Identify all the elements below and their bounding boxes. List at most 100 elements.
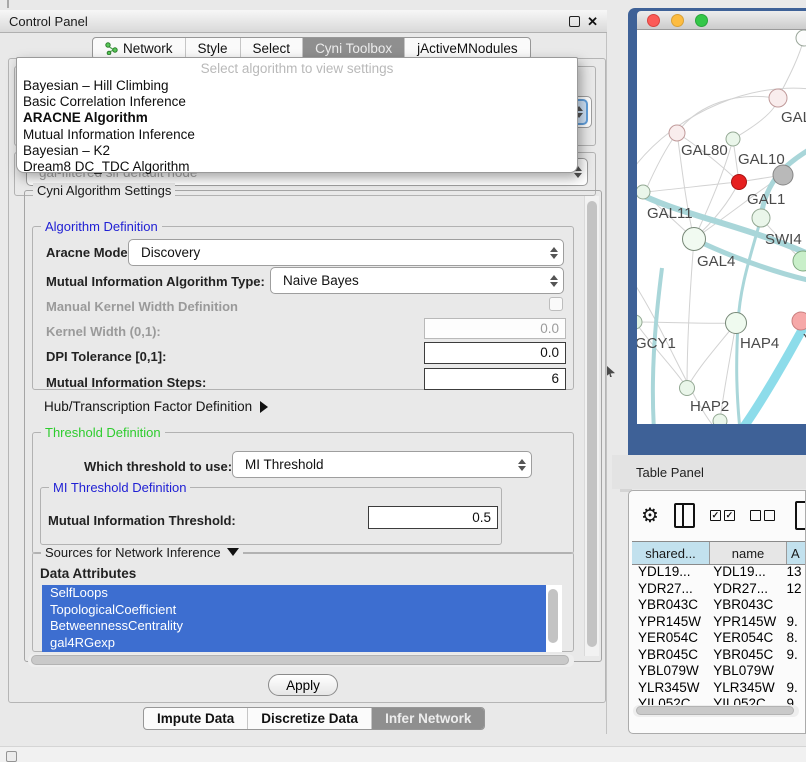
cell-shared-name[interactable]: YLR345W [632, 680, 707, 697]
cell-name[interactable]: YLR345W [707, 680, 782, 697]
cell-shared-name[interactable]: YBR043C [632, 597, 707, 614]
network-node[interactable] [726, 132, 740, 146]
network-node[interactable] [752, 209, 770, 227]
table-row[interactable]: YER054C YER054C 8. [632, 630, 806, 647]
cell-name[interactable]: YDR27... [707, 581, 782, 598]
network-node[interactable] [683, 228, 706, 251]
network-canvas[interactable]: GAL GAL80 GAL10 GAL1 GAL11 SWI4 GAL4 GCY… [637, 30, 806, 424]
network-window-titlebar[interactable] [637, 11, 806, 30]
combobox-stepper[interactable] [545, 240, 563, 265]
network-node[interactable] [680, 381, 695, 396]
dropdown-item[interactable]: Basic Correlation Inference [17, 94, 577, 110]
table-row[interactable]: YPR145W YPR145W 9. [632, 614, 806, 631]
settings-horizontal-scrollbar-thumb[interactable] [31, 655, 569, 665]
dropdown-item-selected[interactable]: ARACNE Algorithm [17, 110, 577, 126]
cell-shared-name[interactable]: YPR145W [632, 614, 707, 631]
cell-name[interactable]: YIL052C [707, 696, 782, 705]
mac-zoom-icon[interactable] [695, 14, 708, 27]
table-body[interactable]: YDL19... YDL19... 13 YDR27... YDR27... 1… [632, 564, 806, 705]
list-vertical-scrollbar-thumb[interactable] [548, 589, 558, 643]
network-node[interactable] [637, 185, 650, 199]
network-node-selected[interactable] [732, 175, 747, 190]
network-node[interactable] [713, 414, 727, 424]
network-node[interactable] [637, 315, 642, 329]
dpi-tolerance-field[interactable]: 0.0 [424, 342, 566, 364]
mi-threshold-field[interactable]: 0.5 [368, 506, 498, 529]
combobox-stepper[interactable] [513, 452, 531, 477]
mi-steps-field[interactable]: 6 [424, 368, 566, 390]
network-node[interactable] [773, 165, 793, 185]
expand-right-icon[interactable] [260, 401, 268, 413]
tab-infer-network[interactable]: Infer Network [372, 708, 484, 729]
dropdown-item[interactable]: Bayesian – Hill Climbing [17, 78, 577, 94]
hub-definition-section[interactable]: Hub/Transcription Factor Definition [44, 399, 268, 414]
network-node[interactable] [769, 89, 787, 107]
list-item[interactable]: gal4RGexp [42, 635, 546, 652]
cell-value[interactable]: 12 [783, 581, 806, 598]
mac-minimize-icon[interactable] [671, 14, 684, 27]
network-node[interactable] [669, 125, 685, 141]
tab-style[interactable]: Style [186, 38, 241, 59]
column-header-name[interactable]: name [710, 542, 787, 564]
select-all-icon[interactable]: ✓ ✓ [710, 510, 735, 521]
list-item[interactable]: BetweennessCentrality [42, 618, 546, 635]
cell-shared-name[interactable]: YBL079W [632, 663, 707, 680]
deselect-all-icon[interactable] [750, 510, 775, 521]
network-node[interactable] [796, 30, 806, 46]
aracne-mode-combobox[interactable]: Discovery [128, 239, 564, 266]
tab-cyni-toolbox[interactable]: Cyni Toolbox [303, 38, 405, 59]
data-attributes-list[interactable]: SelfLoops TopologicalCoefficient Between… [42, 585, 562, 652]
table-row[interactable]: YLR345W YLR345W 9. [632, 680, 806, 697]
settings-horizontal-scrollbar[interactable] [28, 654, 574, 667]
apply-button[interactable]: Apply [268, 674, 338, 696]
combobox-stepper[interactable] [545, 268, 563, 293]
tab-discretize-data[interactable]: Discretize Data [248, 708, 372, 729]
close-icon[interactable]: ✕ [587, 15, 598, 28]
mac-close-icon[interactable] [647, 14, 660, 27]
cell-name[interactable]: YPR145W [707, 614, 782, 631]
cell-name[interactable]: YDL19... [707, 564, 782, 581]
cell-shared-name[interactable]: YDR27... [632, 581, 707, 598]
cell-value[interactable]: 9. [783, 614, 806, 631]
float-icon[interactable] [569, 16, 580, 27]
table-row[interactable]: YIL052C YIL052C 9. [632, 696, 806, 705]
cell-name[interactable]: YBR045C [707, 647, 782, 664]
which-threshold-combobox[interactable]: MI Threshold [232, 451, 532, 478]
column-header-shared-name[interactable]: shared... [632, 542, 710, 564]
settings-vertical-scrollbar-thumb[interactable] [587, 201, 597, 647]
cell-value[interactable]: 9. [783, 696, 806, 705]
tab-network[interactable]: Network [93, 38, 186, 59]
table-horizontal-scrollbar-thumb[interactable] [636, 706, 794, 715]
table-row[interactable]: YDL19... YDL19... 13 [632, 564, 806, 581]
tab-jactivemnodules[interactable]: jActiveMNodules [405, 38, 530, 59]
table-row[interactable]: YBL079W YBL079W [632, 663, 806, 680]
cell-value[interactable]: 9. [783, 680, 806, 697]
dropdown-item[interactable]: Dream8 DC_TDC Algorithm [17, 159, 577, 175]
dropdown-item[interactable]: Bayesian – K2 [17, 143, 577, 159]
mi-algorithm-type-combobox[interactable]: Naive Bayes [270, 267, 564, 294]
table-horizontal-scrollbar[interactable] [633, 705, 799, 717]
list-item[interactable]: SelfLoops [42, 585, 546, 602]
dropdown-item[interactable]: Mutual Information Inference [17, 127, 577, 143]
manual-kernel-checkbox[interactable] [549, 297, 563, 311]
cell-shared-name[interactable]: YER054C [632, 630, 707, 647]
cell-shared-name[interactable]: YDL19... [632, 564, 707, 581]
cell-shared-name[interactable]: YIL052C [632, 696, 707, 705]
settings-vertical-scrollbar[interactable] [584, 196, 599, 656]
network-node[interactable] [792, 312, 806, 330]
cell-shared-name[interactable]: YBR045C [632, 647, 707, 664]
cell-name[interactable]: YER054C [707, 630, 782, 647]
kernel-width-field[interactable]: 0.0 [424, 318, 566, 339]
cell-value[interactable] [783, 597, 806, 614]
network-node[interactable] [726, 313, 747, 334]
column-header-partial[interactable]: A [787, 542, 806, 564]
tab-impute-data[interactable]: Impute Data [144, 708, 248, 729]
table-row[interactable]: YBR045C YBR045C 9. [632, 647, 806, 664]
cell-value[interactable] [783, 663, 806, 680]
table-row[interactable]: YBR043C YBR043C [632, 597, 806, 614]
cell-value[interactable]: 13 [783, 564, 806, 581]
cell-value[interactable]: 8. [783, 630, 806, 647]
list-item[interactable]: TopologicalCoefficient [42, 602, 546, 619]
table-row[interactable]: YDR27... YDR27... 12 [632, 581, 806, 598]
cell-name[interactable]: YBL079W [707, 663, 782, 680]
